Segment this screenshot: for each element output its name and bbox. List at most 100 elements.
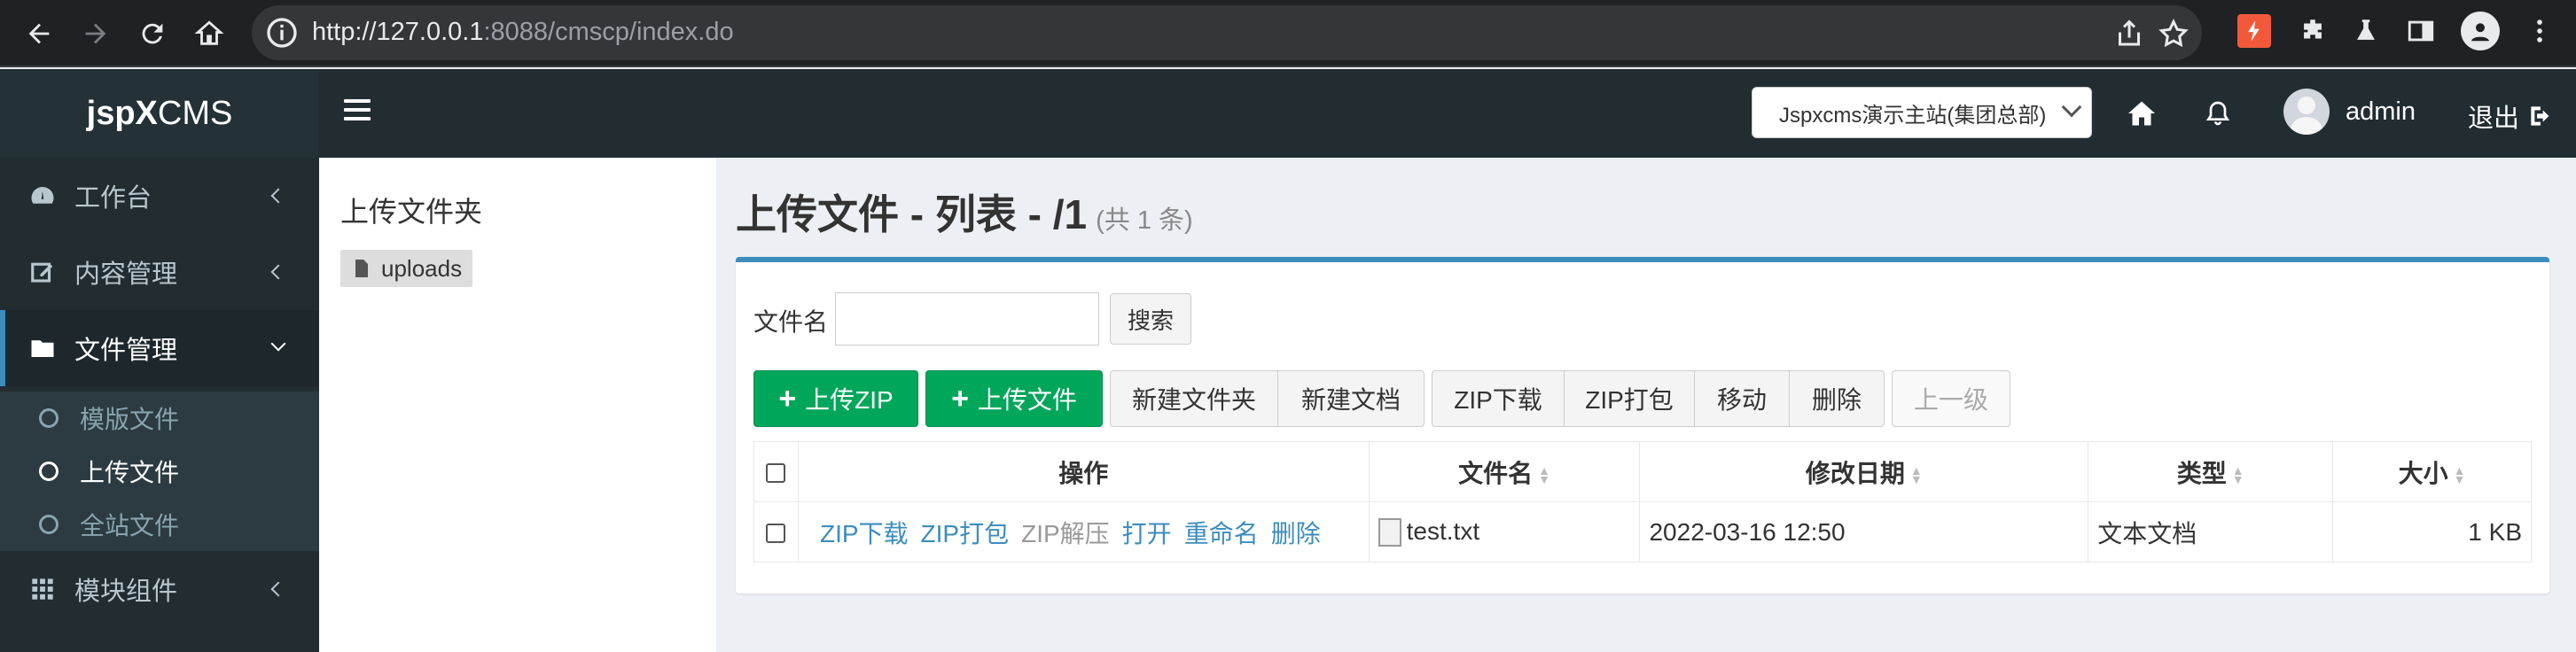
page-title-text: 上传文件 - 列表 - /1 bbox=[736, 191, 1088, 237]
upload-file-button[interactable]: + 上传文件 bbox=[925, 370, 1103, 427]
folder-tree-panel: 上传文件夹 uploads bbox=[319, 158, 716, 652]
column-modified[interactable]: 修改日期 ▲ ▼ bbox=[1639, 441, 2089, 502]
home-browser-icon[interactable] bbox=[188, 12, 230, 55]
site-select[interactable]: Jspxcms演示主站(集团总部) bbox=[1752, 87, 2092, 138]
column-filename[interactable]: 文件名 ▲ ▼ bbox=[1368, 441, 1641, 502]
new-document-button[interactable]: 新建文档 bbox=[1277, 370, 1425, 427]
subitem-label: 上传文件 bbox=[80, 459, 180, 486]
record-count: (共 1 条) bbox=[1096, 206, 1193, 235]
sign-out-icon bbox=[2531, 106, 2549, 126]
puzzle-icon[interactable] bbox=[2296, 14, 2330, 48]
sort-icon: ▲ ▼ bbox=[2231, 463, 2244, 487]
folder-node-label: uploads bbox=[381, 254, 463, 282]
avatar[interactable] bbox=[2283, 89, 2330, 135]
sidebar-subitem-uploads[interactable]: 上传文件 bbox=[0, 445, 319, 498]
browser-toolbar: http://127.0.0.1:8088/cmscp/index.do bbox=[0, 0, 2576, 67]
sidebar-subitem-template[interactable]: 模版文件 bbox=[0, 392, 319, 445]
plus-icon: + bbox=[778, 381, 797, 415]
bookmark-star-icon[interactable] bbox=[2158, 18, 2193, 50]
user-name[interactable]: admin bbox=[2346, 97, 2416, 127]
circle-icon bbox=[39, 515, 59, 534]
row-filename: test.txt bbox=[1368, 501, 1641, 563]
action-delete[interactable]: 删除 bbox=[1271, 520, 1321, 547]
sidebar-toggle-icon[interactable] bbox=[344, 99, 371, 126]
filename-text: test.txt bbox=[1406, 516, 1480, 545]
reload-icon[interactable] bbox=[131, 12, 174, 55]
sort-icon: ▲ ▼ bbox=[1909, 463, 1923, 487]
folder-node-uploads[interactable]: uploads bbox=[340, 250, 473, 287]
plus-icon: + bbox=[951, 381, 969, 415]
logout-button[interactable]: 退出 bbox=[2468, 97, 2555, 135]
column-type[interactable]: 类型 ▲ ▼ bbox=[2088, 441, 2334, 502]
parent-folder-button[interactable]: 上一级 bbox=[1892, 370, 2010, 427]
url-text: http://127.0.0.1:8088/cmscp/index.do bbox=[312, 18, 734, 46]
sidebar-item-content[interactable]: 内容管理 bbox=[0, 234, 319, 310]
home-icon[interactable] bbox=[2124, 96, 2159, 131]
column-label: 文件名 bbox=[1458, 459, 1534, 487]
site-info-icon[interactable] bbox=[264, 15, 300, 50]
search-button[interactable]: 搜索 bbox=[1110, 293, 1191, 345]
chevron-left-icon bbox=[270, 264, 286, 280]
action-zip-extract: ZIP解压 bbox=[1021, 519, 1110, 547]
sidepanel-icon[interactable] bbox=[2404, 14, 2438, 48]
file-list-box: 文件名 搜索 + 上传ZIP + 上传文件 新建文件夹 新建文档 ZIP下载 ZIP… bbox=[736, 257, 2549, 594]
lab-flask-icon[interactable] bbox=[2349, 14, 2383, 48]
action-zip-pack[interactable]: ZIP打包 bbox=[921, 520, 1010, 547]
bell-icon[interactable] bbox=[2200, 96, 2236, 131]
logout-label: 退出 bbox=[2468, 105, 2520, 133]
folder-tree-title: 上传文件夹 bbox=[340, 196, 483, 228]
sidebar-item-label: 模块组件 bbox=[74, 578, 178, 606]
edit-icon bbox=[28, 258, 57, 286]
text-file-icon bbox=[1378, 518, 1401, 547]
profile-icon[interactable] bbox=[2461, 12, 2500, 50]
back-icon[interactable] bbox=[18, 12, 60, 55]
sidebar-item-workbench[interactable]: 工作台 bbox=[0, 158, 319, 234]
share-icon[interactable] bbox=[2113, 18, 2149, 50]
menu-dots-icon[interactable] bbox=[2523, 14, 2556, 48]
forward-icon[interactable] bbox=[74, 12, 117, 55]
chevron-left-icon bbox=[270, 188, 286, 204]
sidebar-item-label: 工作台 bbox=[74, 184, 152, 213]
sort-icon: ▲ ▼ bbox=[1538, 463, 1550, 487]
action-zip-download[interactable]: ZIP下载 bbox=[820, 520, 909, 547]
column-label: 类型 bbox=[2176, 459, 2227, 487]
row-type: 文本文档 bbox=[2088, 501, 2334, 563]
delete-button[interactable]: 删除 bbox=[1789, 370, 1885, 427]
sidebar-subitem-sitefiles[interactable]: 全站文件 bbox=[0, 498, 319, 551]
sidebar-item-label: 文件管理 bbox=[74, 337, 178, 365]
circle-icon bbox=[39, 408, 59, 428]
logo[interactable]: jspX CMS bbox=[0, 69, 319, 158]
zip-pack-button[interactable]: ZIP打包 bbox=[1564, 370, 1695, 427]
sort-icon: ▲ ▼ bbox=[2453, 463, 2466, 487]
row-size: 1 KB bbox=[2332, 501, 2532, 563]
sidebar-item-label: 内容管理 bbox=[74, 260, 178, 289]
sidebar-submenu: 模版文件 上传文件 全站文件 bbox=[0, 392, 319, 551]
button-label: 上传ZIP bbox=[805, 386, 894, 414]
address-bar[interactable]: http://127.0.0.1:8088/cmscp/index.do bbox=[252, 5, 2202, 60]
filename-search-input[interactable] bbox=[835, 292, 1099, 345]
file-table: 操作 文件名 ▲ ▼ 修改日期 ▲ ▼ 类型 ▲ ▼ 大小 ▲ ▼ ZIP下载 ZIP打包 ZIP解… bbox=[753, 441, 2532, 563]
grid-icon bbox=[28, 575, 57, 603]
new-folder-button[interactable]: 新建文件夹 bbox=[1110, 370, 1278, 427]
column-size[interactable]: 大小 ▲ ▼ bbox=[2332, 441, 2532, 502]
extension-icon[interactable] bbox=[2237, 14, 2271, 48]
action-open[interactable]: 打开 bbox=[1122, 520, 1172, 547]
chevron-down-icon bbox=[270, 336, 286, 352]
upload-zip-button[interactable]: + 上传ZIP bbox=[753, 370, 918, 427]
dashboard-icon bbox=[28, 182, 57, 210]
zip-download-button[interactable]: ZIP下载 bbox=[1432, 370, 1565, 427]
app-header: jspX CMS Jspxcms演示主站(集团总部) admin 退出 bbox=[0, 69, 2576, 158]
move-button[interactable]: 移动 bbox=[1694, 370, 1790, 427]
row-modified: 2022-03-16 12:50 bbox=[1639, 501, 2089, 563]
row-checkbox[interactable] bbox=[766, 524, 786, 544]
select-all-checkbox[interactable] bbox=[766, 463, 786, 484]
sidebar-item-modules[interactable]: 模块组件 bbox=[0, 551, 319, 627]
sidebar-item-files[interactable]: 文件管理 bbox=[0, 310, 319, 386]
search-label: 文件名 bbox=[753, 308, 829, 336]
column-operations: 操作 bbox=[797, 441, 1370, 502]
subitem-label: 全站文件 bbox=[80, 512, 180, 539]
table-row: ZIP下载 ZIP打包 ZIP解压 打开 重命名 删除 test.txt 2022-03-… bbox=[753, 501, 2532, 563]
row-actions: ZIP下载 ZIP打包 ZIP解压 打开 重命名 删除 bbox=[797, 501, 1370, 563]
circle-icon bbox=[39, 462, 59, 481]
action-rename[interactable]: 重命名 bbox=[1184, 520, 1259, 547]
